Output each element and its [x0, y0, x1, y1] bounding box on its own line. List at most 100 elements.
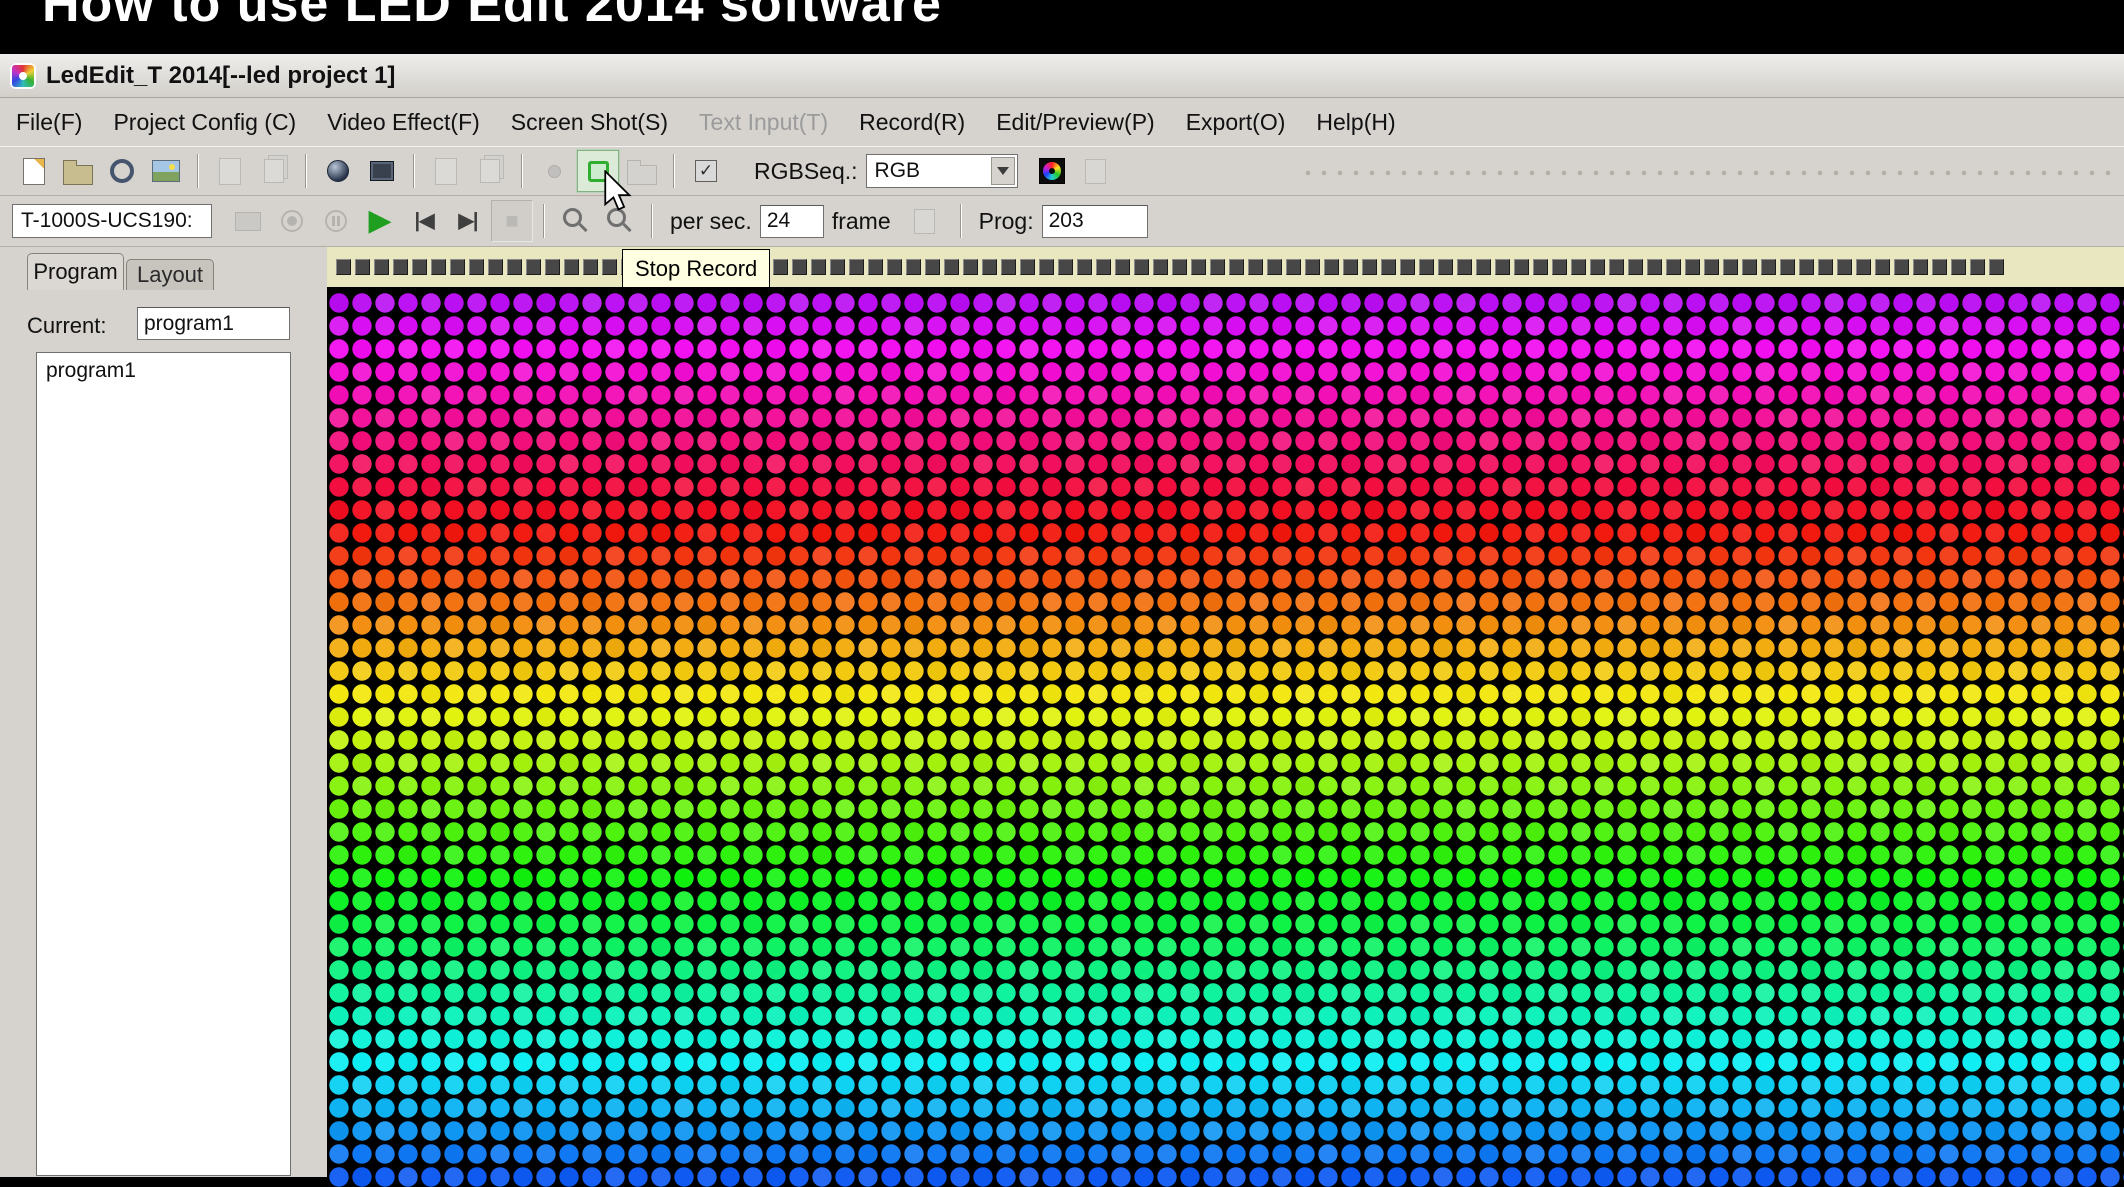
timeline-segment	[507, 259, 522, 275]
frame-doc-icon	[914, 208, 936, 234]
timeline-segment	[1286, 259, 1301, 275]
workspace: Program Layout Current: program1	[0, 247, 2124, 1187]
apply-check-button[interactable]: ✓	[685, 150, 727, 192]
timeline-segment	[1742, 259, 1757, 275]
timeline-segment	[849, 259, 864, 275]
menu-item-file-f[interactable]: File(F)	[14, 106, 84, 139]
prog-input[interactable]	[1041, 204, 1148, 238]
stop-playback-icon: ■	[505, 208, 519, 233]
window-title: LedEdit_T 2014[--led project 1]	[46, 61, 396, 89]
timeline-segment	[1096, 259, 1111, 275]
import-image-button[interactable]	[145, 150, 187, 192]
zoom-in-icon	[562, 208, 582, 227]
timeline-segment	[1267, 259, 1282, 275]
chevron-down-icon[interactable]	[990, 157, 1015, 185]
timeline-segment	[887, 259, 902, 275]
per-sec-label: per sec.	[670, 207, 752, 234]
timeline-segment	[1818, 259, 1833, 275]
menu-item-help-h[interactable]: Help(H)	[1314, 106, 1397, 139]
menu-item-screen-shot-s[interactable]: Screen Shot(S)	[509, 106, 670, 139]
menu-item-export-o[interactable]: Export(O)	[1184, 106, 1288, 139]
controller-value: T-1000S-UCS190:	[21, 209, 193, 232]
timeline-segment	[1704, 259, 1719, 275]
timeline-segment	[1875, 259, 1890, 275]
program-list-item[interactable]: program1	[37, 353, 290, 389]
prev-frame-button[interactable]: |◀	[403, 200, 445, 242]
timeline-segment	[1229, 259, 1244, 275]
timeline-segment	[1438, 259, 1453, 275]
prog-label: Prog:	[978, 207, 1034, 234]
prev-frame-icon: |◀	[414, 210, 435, 232]
toolbar-separator	[305, 154, 307, 188]
timeline-segment	[1039, 259, 1054, 275]
timeline-segment	[1020, 259, 1035, 275]
toolbar-main: ✓ RGBSeq.: RGB	[0, 146, 2124, 196]
record-dot-button	[533, 150, 575, 192]
timeline-segment	[906, 259, 921, 275]
open-project-icon	[63, 159, 93, 185]
zoom-in-button[interactable]	[555, 200, 597, 242]
copy-frame-button	[209, 150, 251, 192]
rgb-color-wheel-button[interactable]	[1031, 150, 1073, 192]
program-list[interactable]: program1	[36, 352, 291, 1176]
paste-frame-icon	[264, 159, 284, 183]
timeline-segment	[1628, 259, 1643, 275]
controller-select[interactable]: T-1000S-UCS190:	[12, 204, 212, 238]
timeline-segment	[1400, 259, 1415, 275]
toolbar-separator	[543, 204, 545, 238]
app-window: LedEdit_T 2014[--led project 1] File(F) P…	[0, 54, 2124, 1187]
timeline-segment	[602, 259, 617, 275]
timeline-segment	[1552, 259, 1567, 275]
menu-item-text-input-t: Text Input(T)	[699, 108, 829, 135]
mouse-cursor-icon	[604, 170, 632, 211]
timeline-segment	[526, 259, 541, 275]
app-logo-icon	[10, 62, 36, 89]
play-button[interactable]: ▶	[359, 200, 401, 242]
timeline-segment	[1989, 259, 2004, 275]
menu-item-edit-preview-p[interactable]: Edit/Preview(P)	[994, 106, 1156, 139]
tab-layout[interactable]: Layout	[126, 259, 214, 290]
menu-item-record-r[interactable]: Record(R)	[857, 106, 967, 139]
timeline-segment	[1666, 259, 1681, 275]
rgb-doc-icon	[1085, 158, 1107, 184]
led-preview	[327, 287, 2124, 1187]
apply-check-icon: ✓	[695, 160, 717, 182]
current-program-input[interactable]	[137, 307, 290, 340]
timeline-segment	[1248, 259, 1263, 275]
timeline-segment	[1913, 259, 1928, 275]
preview-sphere-button[interactable]	[317, 150, 359, 192]
tool-copy-button	[469, 150, 511, 192]
timeline-segment	[1590, 259, 1605, 275]
timeline-segment	[1362, 259, 1377, 275]
rgbseq-select[interactable]: RGB	[865, 154, 1018, 188]
next-frame-button[interactable]: ▶|	[447, 200, 489, 242]
record-dot-icon	[547, 164, 561, 178]
tab-program[interactable]: Program	[27, 253, 124, 290]
next-frame-icon: ▶|	[458, 210, 479, 232]
timeline-segment	[583, 259, 598, 275]
timeline-segment	[830, 259, 845, 275]
timeline-segment	[1685, 259, 1700, 275]
timeline-segment	[1495, 259, 1510, 275]
timeline-segment	[1514, 259, 1529, 275]
timeline-segment	[545, 259, 560, 275]
timeline-segment	[1609, 259, 1624, 275]
open-project-button[interactable]	[57, 150, 99, 192]
new-project-button[interactable]	[13, 150, 55, 192]
display-panel-icon	[370, 161, 394, 181]
menu-item-video-effect-f[interactable]: Video Effect(F)	[325, 106, 482, 139]
display-panel-button[interactable]	[361, 150, 403, 192]
tool-copy-icon	[480, 159, 500, 183]
video-caption: How to use LED Edit 2014 software	[42, 0, 942, 33]
timeline-segment	[488, 259, 503, 275]
timeline-segment	[1305, 259, 1320, 275]
timeline-segment	[355, 259, 370, 275]
menu-item-project-config-c[interactable]: Project Config (C)	[111, 106, 298, 139]
timeline-segment	[1191, 259, 1206, 275]
fps-input[interactable]	[759, 204, 824, 238]
refresh-ring-button[interactable]	[101, 150, 143, 192]
timeline-segment	[1647, 259, 1662, 275]
pause-button	[315, 200, 357, 242]
timeline-segment	[1837, 259, 1852, 275]
led-matrix	[329, 293, 2124, 1187]
